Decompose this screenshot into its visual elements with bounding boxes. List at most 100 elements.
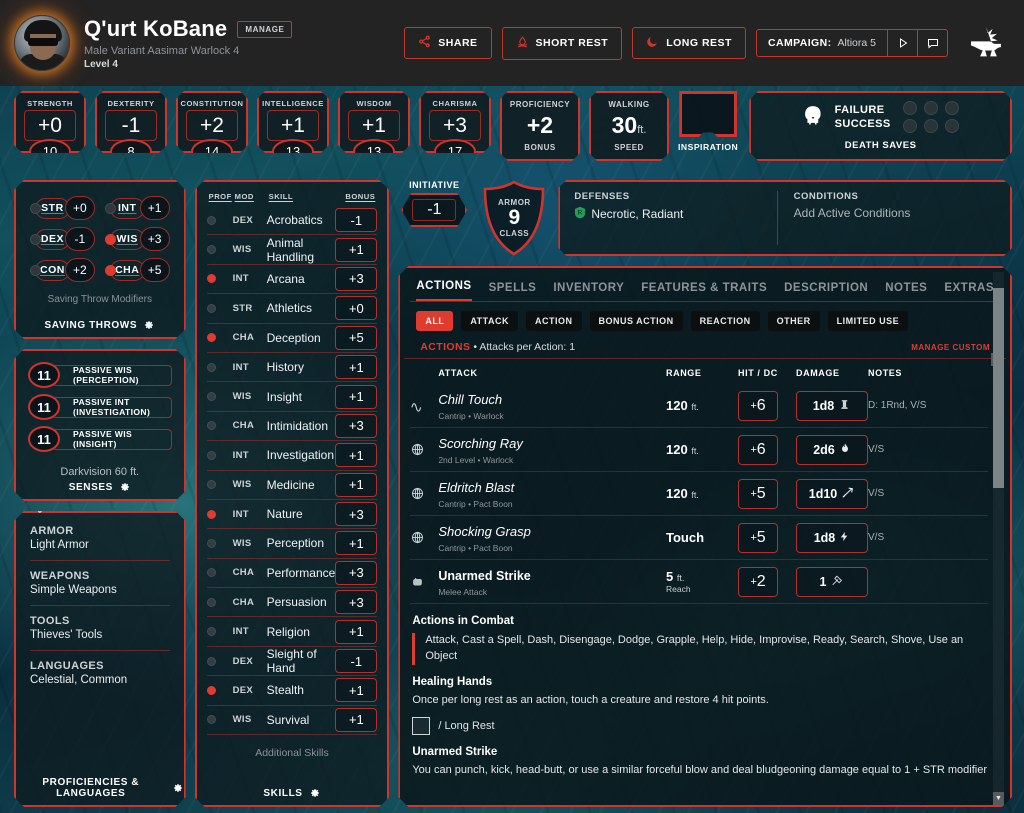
additional-skills-label[interactable]: Additional Skills [207,747,378,759]
ability-strength[interactable]: STRENGTH +0 10 [14,91,86,153]
proficiency-dot[interactable] [207,627,233,636]
death-save-failure-dot[interactable] [903,101,917,115]
short-rest-button[interactable]: SHORT REST [501,26,623,60]
proficiency-dot[interactable] [105,234,116,245]
filter-chip-bonus-action[interactable]: BONUS ACTION [590,311,683,331]
proficiency-dot[interactable] [105,265,116,276]
proficiency-dot[interactable] [207,274,233,283]
saving-throws-footer[interactable]: SAVING THROWS [16,319,184,331]
manage-custom-button[interactable]: MANAGE CUSTOM [911,343,990,352]
skill-row[interactable]: DEX Sleight of Hand -1 [207,647,378,676]
proficiency-dot[interactable] [207,480,233,489]
proficiency-dot[interactable] [207,568,233,577]
proficiency-dot[interactable] [207,245,233,254]
filter-chip-all[interactable]: ALL [416,311,453,331]
sense-passive-insight[interactable]: 11 PASSIVE WIS (INSIGHT) [28,426,172,452]
filter-chip-attack[interactable]: ATTACK [461,311,518,331]
proficiency-dot[interactable] [207,392,233,401]
proficiency-dot[interactable] [207,539,233,548]
senses-footer[interactable]: SENSES [16,481,184,493]
death-save-success-dot[interactable] [945,119,959,133]
scroll-down-arrow-icon[interactable]: ▼ [993,792,1004,805]
attack-row[interactable]: Unarmed Strike Melee Attack 5 ft. Reach +2 1 [410,560,988,604]
death-save-success-dot[interactable] [924,119,938,133]
avatar[interactable] [14,15,70,71]
defenses-column[interactable]: DEFENSES R Necrotic, Radiant [574,191,776,245]
proficiency-dot[interactable] [207,333,233,342]
tab-description[interactable]: DESCRIPTION [784,282,868,301]
attack-row[interactable]: Scorching Ray 2nd Level • Warlock 120 ft. +… [410,428,988,472]
tab-notes[interactable]: NOTES [885,282,927,301]
gear-icon[interactable] [172,782,184,794]
armor-class-card[interactable]: ARMOR 9 CLASS [480,180,548,256]
sense-passive-perception[interactable]: 11 PASSIVE WIS (PERCEPTION) [28,362,172,388]
attack-row[interactable]: Eldritch Blast Cantrip • Pact Boon 120 ft.… [410,472,988,516]
death-save-failure-dot[interactable] [945,101,959,115]
proficiency-dot[interactable] [207,421,233,430]
saving-throw-str[interactable]: STR +0 [30,196,95,220]
filter-chip-limited-use[interactable]: LIMITED USE [828,311,909,331]
gear-icon[interactable] [309,787,321,799]
saving-throw-dex[interactable]: DEX -1 [30,227,95,251]
skill-row[interactable]: DEX Acrobatics -1 [207,206,378,235]
saving-throw-int[interactable]: INT +1 [105,196,170,220]
play-icon[interactable] [887,30,917,56]
proficiency-dot[interactable] [207,510,233,519]
conditions-column[interactable]: CONDITIONS Add Active Conditions [777,191,996,245]
skill-row[interactable]: CHA Intimidation +3 [207,412,378,441]
tab-spells[interactable]: SPELLS [489,282,537,301]
saving-throw-con[interactable]: CON +2 [30,258,95,282]
scrollbar-thumb[interactable] [993,288,1004,488]
proficiencies-footer[interactable]: PROFICIENCIES & LANGUAGES [16,777,184,799]
filter-chip-other[interactable]: OTHER [768,311,820,331]
skill-row[interactable]: STR Athletics +0 [207,294,378,323]
initiative-value-box[interactable]: -1 [401,193,467,227]
saving-throw-cha[interactable]: CHA +5 [105,258,170,282]
proficiency-dot[interactable] [105,203,116,214]
long-rest-button[interactable]: LONG REST [632,27,746,59]
filter-chip-action[interactable]: ACTION [526,311,582,331]
campaign-button[interactable]: CAMPAIGN: Altiora 5 [757,30,887,56]
saving-throw-wis[interactable]: WIS +3 [105,227,170,251]
gear-icon[interactable] [119,481,131,493]
tab-extras[interactable]: EXTRAS [944,282,994,301]
skill-row[interactable]: CHA Deception +5 [207,324,378,353]
proficiency-dot[interactable] [207,715,233,724]
skill-row[interactable]: INT Religion +1 [207,617,378,646]
tab-actions[interactable]: ACTIONS [416,280,471,301]
inspiration-toggle[interactable] [679,91,738,137]
proficiency-dot[interactable] [207,304,233,313]
skill-row[interactable]: CHA Performance +3 [207,559,378,588]
death-save-success-dot[interactable] [903,119,917,133]
skill-row[interactable]: INT Nature +3 [207,500,378,529]
skill-row[interactable]: INT Investigation +1 [207,441,378,470]
share-button[interactable]: SHARE [404,27,492,59]
filter-chip-reaction[interactable]: REACTION [691,311,760,331]
death-save-failure-dot[interactable] [924,101,938,115]
ability-charisma[interactable]: CHARISMA +3 17 [419,91,491,153]
proficiency-dot[interactable] [207,216,233,225]
proficiency-dot[interactable] [207,686,233,695]
proficiency-bonus-card[interactable]: PROFICIENCY +2 BONUS [500,91,580,161]
skill-row[interactable]: WIS Insight +1 [207,382,378,411]
skills-footer[interactable]: SKILLS [197,787,388,799]
speed-card[interactable]: WALKING 30ft. SPEED [589,91,669,161]
tab-inventory[interactable]: INVENTORY [553,282,624,301]
sense-passive-investigation[interactable]: 11 PASSIVE INT (INVESTIGATION) [28,394,172,420]
manage-button[interactable]: MANAGE [237,20,293,38]
ability-intelligence[interactable]: INTELLIGENCE +1 13 [257,91,329,153]
ability-constitution[interactable]: CONSTITUTION +2 14 [176,91,248,153]
proficiency-dot[interactable] [207,657,233,666]
proficiency-dot[interactable] [207,363,233,372]
proficiency-dot[interactable] [207,451,233,460]
proficiency-dot[interactable] [30,234,41,245]
tab-features-traits[interactable]: FEATURES & TRAITS [641,282,767,301]
attack-row[interactable]: Shocking Grasp Cantrip • Pact Boon Touch +5… [410,516,988,560]
conditions-value[interactable]: Add Active Conditions [794,206,996,220]
chat-icon[interactable] [917,30,947,56]
scrollbar[interactable] [993,272,1004,801]
skill-row[interactable]: INT Arcana +3 [207,265,378,294]
ability-dexterity[interactable]: DEXTERITY -1 8 [95,91,167,153]
ability-wisdom[interactable]: WISDOM +1 13 [338,91,410,153]
chevron-down-icon[interactable]: ⌄ [34,500,46,517]
